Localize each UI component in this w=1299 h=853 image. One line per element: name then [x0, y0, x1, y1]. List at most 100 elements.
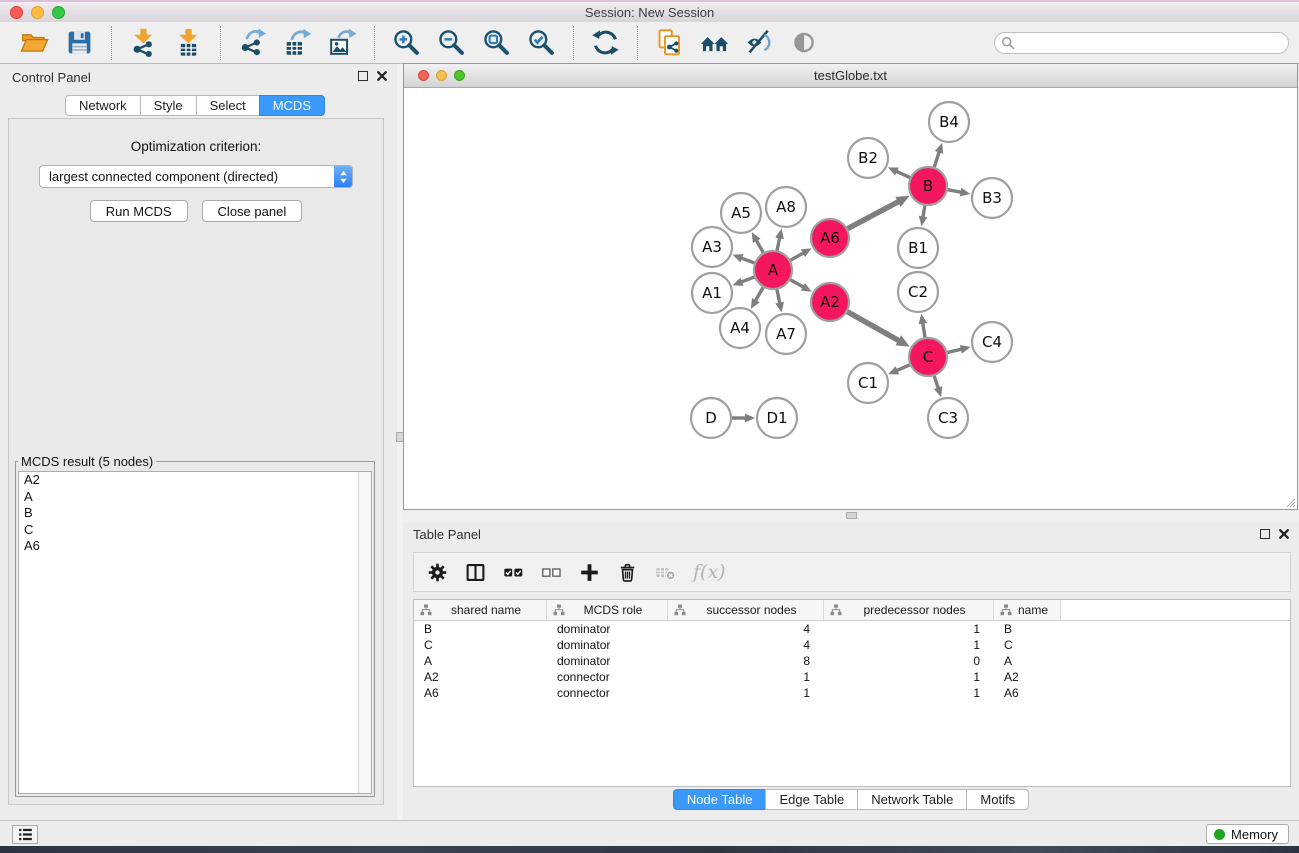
cell-name[interactable]: A2: [994, 670, 1061, 684]
column-header-MCDS-role[interactable]: MCDS role: [547, 600, 668, 620]
edge-B-B3[interactable]: [948, 190, 963, 193]
table-tab-node-table[interactable]: Node Table: [673, 789, 767, 810]
cell-name[interactable]: A: [994, 654, 1061, 668]
cell-predecessor-nodes[interactable]: 1: [824, 670, 994, 684]
cell-shared-name[interactable]: A2: [414, 670, 547, 684]
first-neighbors-button[interactable]: [697, 27, 732, 58]
cell-predecessor-nodes[interactable]: 0: [824, 654, 994, 668]
edge-A-A7[interactable]: [777, 290, 780, 305]
cell-predecessor-nodes[interactable]: 1: [824, 622, 994, 636]
edge-A-A8[interactable]: [777, 236, 780, 250]
edge-A2-C[interactable]: [847, 312, 900, 342]
hide-selected-button[interactable]: [742, 27, 777, 58]
edge-C-C1[interactable]: [896, 365, 910, 371]
minimize-window-button[interactable]: [31, 6, 44, 19]
select-all-columns-button[interactable]: [503, 562, 524, 583]
result-item[interactable]: A6: [19, 538, 371, 555]
settings-button[interactable]: [427, 562, 448, 583]
table-row[interactable]: Cdominator41C: [414, 637, 1290, 653]
export-table-button[interactable]: [280, 27, 315, 58]
network-minimize-button[interactable]: [436, 70, 447, 81]
close-panel-button[interactable]: Close panel: [202, 200, 303, 222]
add-column-button[interactable]: [579, 562, 600, 583]
search-input[interactable]: [994, 32, 1289, 54]
edge-A-A4[interactable]: [755, 287, 763, 302]
edge-C-C2[interactable]: [923, 322, 925, 338]
tab-select[interactable]: Select: [196, 95, 260, 116]
cell-MCDS-role[interactable]: connector: [547, 670, 668, 684]
edge-B-B4[interactable]: [934, 151, 939, 167]
table-tab-edge-table[interactable]: Edge Table: [765, 789, 858, 810]
column-header-successor-nodes[interactable]: successor nodes: [668, 600, 824, 620]
edge-C-C4[interactable]: [947, 349, 962, 353]
fullscreen-window-button[interactable]: [52, 6, 65, 19]
table-row[interactable]: Bdominator41B: [414, 621, 1290, 637]
network-maximize-button[interactable]: [454, 70, 465, 81]
run-mcds-button[interactable]: Run MCDS: [90, 200, 188, 222]
cell-predecessor-nodes[interactable]: 1: [824, 638, 994, 652]
close-panel-icon[interactable]: [377, 71, 387, 81]
edge-A6-B[interactable]: [848, 201, 900, 229]
network-canvas[interactable]: AA1A2A3A4A5A6A7A8BB1B2B3B4CC1C2C3C4DD1: [404, 88, 1297, 509]
horizontal-splitter-handle[interactable]: [846, 512, 857, 519]
save-button[interactable]: [62, 27, 97, 58]
column-header-name[interactable]: name: [994, 600, 1061, 620]
table-tab-network-table[interactable]: Network Table: [857, 789, 967, 810]
cell-name[interactable]: B: [994, 622, 1061, 636]
task-history-button[interactable]: [12, 825, 38, 844]
memory-button[interactable]: Memory: [1206, 824, 1289, 844]
cell-MCDS-role[interactable]: connector: [547, 686, 668, 700]
table-row[interactable]: Adominator80A: [414, 653, 1290, 669]
delete-table-button[interactable]: [655, 562, 676, 583]
table-row[interactable]: A2connector11A2: [414, 669, 1290, 685]
tab-style[interactable]: Style: [140, 95, 197, 116]
zoom-out-button[interactable]: [434, 27, 469, 58]
column-layout-button[interactable]: [465, 562, 486, 583]
zoom-fit-button[interactable]: [479, 27, 514, 58]
cell-name[interactable]: A6: [994, 686, 1061, 700]
cell-shared-name[interactable]: A: [414, 654, 547, 668]
result-item[interactable]: A: [19, 489, 371, 506]
close-window-button[interactable]: [10, 6, 23, 19]
cell-predecessor-nodes[interactable]: 1: [824, 686, 994, 700]
cell-successor-nodes[interactable]: 4: [668, 638, 824, 652]
zoom-selected-button[interactable]: [524, 27, 559, 58]
tab-mcds[interactable]: MCDS: [259, 95, 325, 116]
cell-MCDS-role[interactable]: dominator: [547, 638, 668, 652]
network-close-button[interactable]: [418, 70, 429, 81]
table-tab-motifs[interactable]: Motifs: [966, 789, 1029, 810]
table-row[interactable]: A6connector11A6: [414, 685, 1290, 701]
horizontal-splitter[interactable]: [403, 510, 1299, 522]
column-header-shared-name[interactable]: shared name: [414, 600, 547, 620]
result-item[interactable]: C: [19, 522, 371, 539]
float-table-panel-icon[interactable]: [1260, 529, 1270, 539]
float-panel-icon[interactable]: [358, 71, 368, 81]
delete-column-button[interactable]: [617, 562, 638, 583]
import-network-button[interactable]: [126, 27, 161, 58]
cell-name[interactable]: C: [994, 638, 1061, 652]
copy-network-button[interactable]: [652, 27, 687, 58]
function-builder-button[interactable]: f(x): [693, 561, 726, 583]
cell-shared-name[interactable]: B: [414, 622, 547, 636]
cell-shared-name[interactable]: A6: [414, 686, 547, 700]
open-button[interactable]: [17, 27, 52, 58]
result-scrollbar[interactable]: [358, 472, 371, 793]
close-table-panel-icon[interactable]: [1279, 529, 1289, 539]
cell-MCDS-role[interactable]: dominator: [547, 622, 668, 636]
show-all-button[interactable]: [787, 27, 822, 58]
edge-A-A6[interactable]: [790, 252, 804, 260]
zoom-in-button[interactable]: [389, 27, 424, 58]
cell-MCDS-role[interactable]: dominator: [547, 654, 668, 668]
column-header-predecessor-nodes[interactable]: predecessor nodes: [824, 600, 994, 620]
tab-network[interactable]: Network: [65, 95, 141, 116]
cell-successor-nodes[interactable]: 1: [668, 670, 824, 684]
edge-A-A5[interactable]: [756, 239, 764, 252]
deselect-all-columns-button[interactable]: [541, 562, 562, 583]
result-item[interactable]: B: [19, 505, 371, 522]
edge-B-B2[interactable]: [895, 171, 910, 178]
refresh-button[interactable]: [588, 27, 623, 58]
cell-successor-nodes[interactable]: 4: [668, 622, 824, 636]
cell-successor-nodes[interactable]: 1: [668, 686, 824, 700]
edge-C-C3[interactable]: [934, 376, 938, 389]
export-network-button[interactable]: [235, 27, 270, 58]
